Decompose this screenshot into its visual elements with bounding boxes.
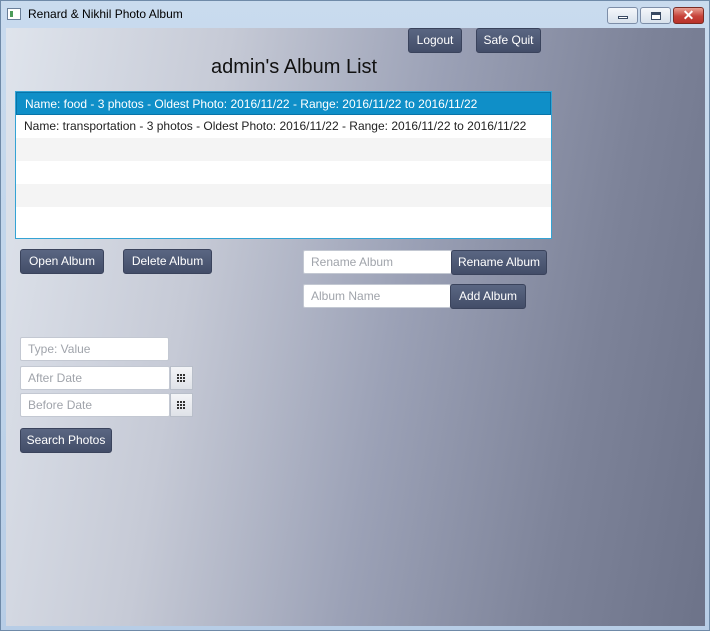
after-date-input[interactable]: After Date xyxy=(20,366,170,390)
before-date-picker-button[interactable] xyxy=(170,393,193,417)
album-list[interactable]: Name: food - 3 photos - Oldest Photo: 20… xyxy=(15,91,552,239)
maximize-icon xyxy=(651,12,661,20)
maximize-button[interactable] xyxy=(640,7,671,24)
logout-button[interactable]: Logout xyxy=(408,28,462,53)
rename-album-input[interactable]: Rename Album xyxy=(303,250,452,274)
title-bar[interactable]: Renard & Nikhil Photo Album ✕ xyxy=(1,1,709,27)
calendar-icon xyxy=(177,401,186,409)
before-date-input[interactable]: Before Date xyxy=(20,393,170,417)
album-list-pane: Logout Safe Quit admin's Album List Name… xyxy=(6,28,705,626)
open-album-button[interactable]: Open Album xyxy=(20,249,104,274)
add-album-button[interactable]: Add Album xyxy=(450,284,526,309)
page-title: admin's Album List xyxy=(211,56,378,78)
tag-search-input[interactable]: Type: Value xyxy=(20,337,169,361)
search-photos-button[interactable]: Search Photos xyxy=(20,428,112,453)
album-list-item[interactable]: Name: food - 3 photos - Oldest Photo: 20… xyxy=(16,92,551,115)
empty-list-row xyxy=(16,184,551,207)
album-name-input[interactable]: Album Name xyxy=(303,284,451,308)
album-list-item[interactable]: Name: transportation - 3 photos - Oldest… xyxy=(16,115,551,138)
after-date-picker-button[interactable] xyxy=(170,366,193,390)
close-icon: ✕ xyxy=(682,7,695,23)
delete-album-button[interactable]: Delete Album xyxy=(123,249,212,274)
rename-album-button[interactable]: Rename Album xyxy=(451,250,547,275)
window-title: Renard & Nikhil Photo Album xyxy=(28,7,183,21)
calendar-icon xyxy=(177,374,186,382)
minimize-button[interactable] xyxy=(607,7,638,24)
app-window: Renard & Nikhil Photo Album ✕ Logout Saf… xyxy=(0,0,710,631)
empty-list-row xyxy=(16,207,551,230)
safe-quit-button[interactable]: Safe Quit xyxy=(476,28,541,53)
close-button[interactable]: ✕ xyxy=(673,7,704,24)
empty-list-row xyxy=(16,161,551,184)
empty-list-row xyxy=(16,138,551,161)
minimize-icon xyxy=(618,16,628,19)
app-icon xyxy=(7,8,21,20)
